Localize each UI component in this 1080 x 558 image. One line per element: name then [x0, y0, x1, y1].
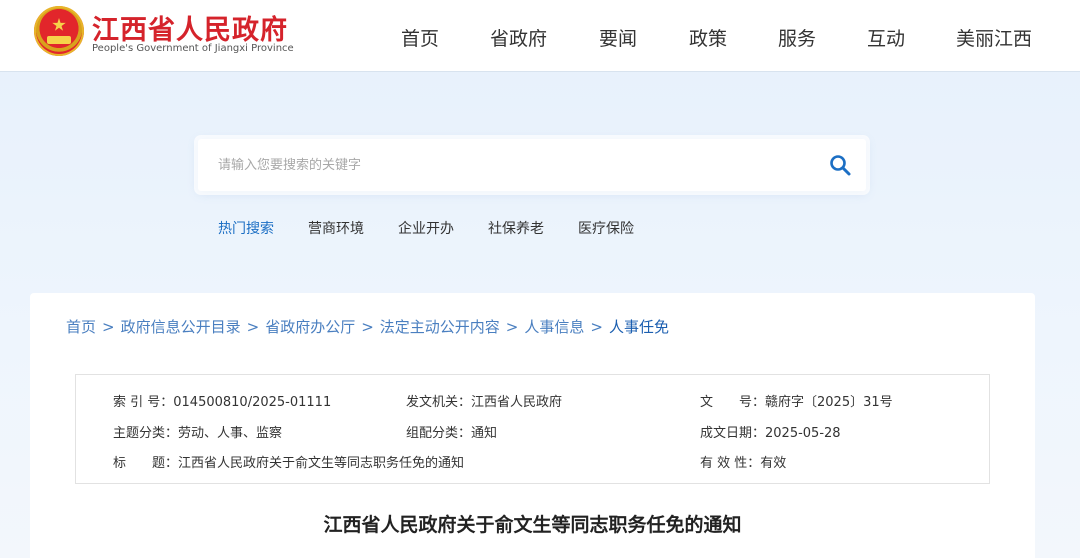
breadcrumb: 首页 > 政府信息公开目录 > 省政府办公厅 > 法定主动公开内容 > 人事信息 > 人事任免: [66, 316, 669, 337]
breadcrumb-separator: >: [102, 318, 115, 336]
nav-item-interaction[interactable]: 互动: [867, 24, 905, 51]
meta-validity-label: 有 效 性：: [700, 456, 761, 471]
search-icon[interactable]: [828, 153, 852, 177]
meta-index-value: 014500810/2025-01111: [173, 395, 332, 410]
breadcrumb-separator: >: [246, 318, 260, 336]
hot-search-label[interactable]: 热门搜索: [218, 218, 274, 238]
meta-title-label: 标 题：: [113, 456, 179, 471]
meta-date-label: 成文日期：: [700, 426, 766, 441]
breadcrumb-separator: >: [361, 318, 374, 336]
breadcrumb-info-directory[interactable]: 政府信息公开目录: [121, 318, 241, 336]
nav-item-government[interactable]: 省政府: [490, 24, 547, 51]
breadcrumb-separator: >: [505, 318, 519, 336]
meta-index: 索 引 号：014500810/2025-01111: [113, 391, 331, 410]
hot-search-medical-insurance[interactable]: 医疗保险: [578, 218, 634, 238]
meta-topic-label: 主题分类：: [113, 426, 179, 441]
search-box: [198, 139, 866, 191]
breadcrumb-statutory-content[interactable]: 法定主动公开内容: [380, 318, 500, 336]
meta-docno: 文 号：赣府字〔2025〕31号: [700, 391, 893, 410]
breadcrumb-current[interactable]: 人事任免: [609, 318, 669, 336]
breadcrumb-general-office[interactable]: 省政府办公厅: [265, 318, 355, 336]
meta-topic: 主题分类：劳动、人事、监察: [113, 422, 282, 441]
meta-issuer-value: 江西省人民政府: [471, 395, 563, 410]
meta-category-value: 通知: [471, 426, 498, 441]
site-header: 江西省人民政府 People's Government of Jiangxi P…: [0, 0, 1080, 72]
hot-search-business-environment[interactable]: 营商环境: [308, 218, 364, 238]
document-title: 江西省人民政府关于俞文生等同志职务任免的通知: [323, 514, 742, 536]
meta-category: 组配分类：通知: [406, 422, 497, 441]
meta-docno-label: 文 号：: [700, 395, 766, 410]
nav-item-news[interactable]: 要闻: [599, 24, 637, 51]
main-nav: 首页 省政府 要闻 政策 服务 互动 美丽江西: [0, 24, 1080, 50]
hot-search-company-setup[interactable]: 企业开办: [398, 218, 454, 238]
meta-index-label: 索 引 号：: [113, 395, 174, 410]
meta-issuer-label: 发文机关：: [406, 395, 472, 410]
meta-validity: 有 效 性：有效: [700, 452, 786, 471]
hot-search-pension[interactable]: 社保养老: [488, 218, 544, 238]
meta-topic-value: 劳动、人事、监察: [178, 426, 283, 441]
meta-title-value: 江西省人民政府关于俞文生等同志职务任免的通知: [178, 456, 465, 471]
meta-docno-value: 赣府字〔2025〕31号: [765, 395, 893, 410]
breadcrumb-separator: >: [590, 318, 603, 336]
breadcrumb-personnel-info[interactable]: 人事信息: [524, 318, 584, 336]
nav-item-beautiful-jiangxi[interactable]: 美丽江西: [956, 24, 1032, 51]
nav-item-home[interactable]: 首页: [401, 24, 439, 51]
meta-validity-value: 有效: [760, 456, 787, 471]
search-input[interactable]: [198, 139, 818, 191]
hot-search-row: 热门搜索 营商环境 企业开办 社保养老 医疗保险: [0, 218, 1080, 238]
nav-item-services[interactable]: 服务: [778, 24, 816, 51]
meta-category-label: 组配分类：: [406, 426, 472, 441]
meta-date-value: 2025-05-28: [765, 426, 841, 441]
breadcrumb-home[interactable]: 首页: [66, 318, 96, 336]
nav-item-policy[interactable]: 政策: [689, 24, 727, 51]
meta-title: 标 题：江西省人民政府关于俞文生等同志职务任免的通知: [113, 452, 464, 471]
meta-issuer: 发文机关：江西省人民政府: [406, 391, 562, 410]
meta-date: 成文日期：2025-05-28: [700, 422, 841, 441]
